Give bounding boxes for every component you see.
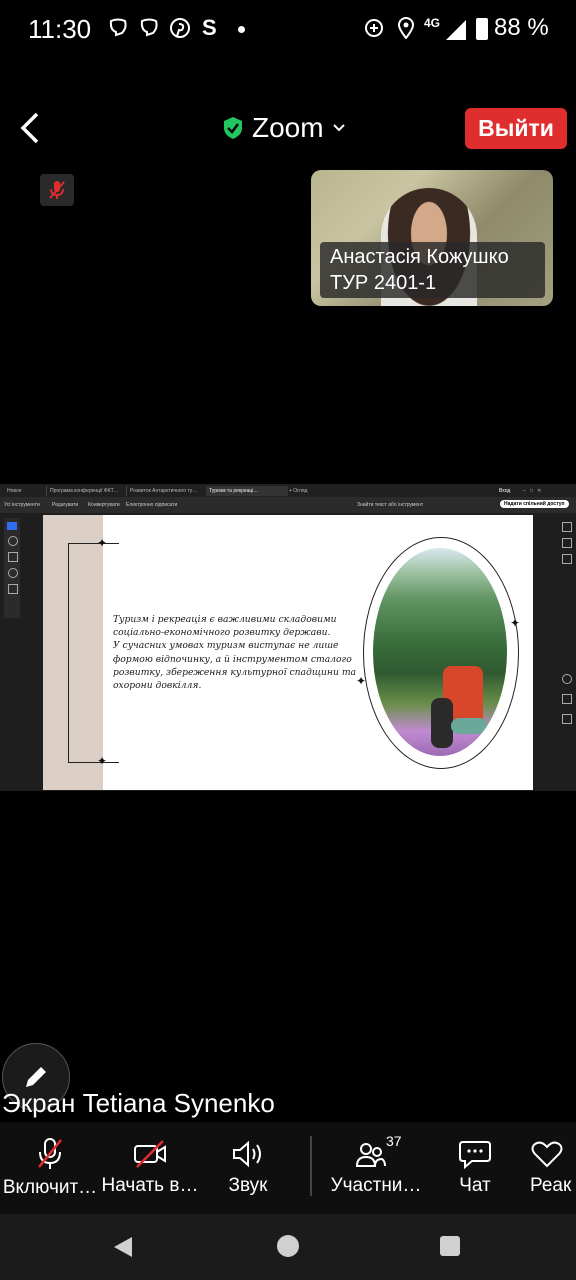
pdf-share-button: Надати спільний доступ <box>500 500 569 508</box>
data-saver-icon <box>362 16 386 40</box>
unmute-button[interactable]: Включит… <box>0 1122 100 1214</box>
pdf-tool: Електронно підписати <box>126 502 178 508</box>
toolbar-divider <box>310 1136 312 1196</box>
browser-tab-active: Туризм та рекреаці… <box>206 486 288 496</box>
reactions-label: Реак <box>530 1175 572 1196</box>
meeting-title-dropdown[interactable]: Zoom <box>222 108 346 148</box>
browser-tab: Новое <box>7 488 22 494</box>
sparkle-icon: ✦ <box>97 536 108 550</box>
sparkle-icon: ✦ <box>356 674 367 688</box>
screen-owner-label: Экран Tetiana Synenko <box>2 1088 275 1118</box>
signal-icon <box>446 20 466 45</box>
self-muted-indicator <box>40 174 74 206</box>
slide-frame-bracket <box>68 543 119 763</box>
shield-check-icon <box>224 117 242 139</box>
meeting-toolbar: Включит… Начать в… Звук 37 Участни… Чат … <box>0 1122 576 1214</box>
participant-name: Анастасія Кожушко <box>330 246 509 268</box>
browser-tab: Програма конференції ФКТ… <box>46 486 129 496</box>
slide-text-line: Туризм і рекреація є важливими складовим… <box>113 614 337 625</box>
slide-text-line: формою відпочинку, а й інструментом стал… <box>113 653 352 665</box>
start-video-button[interactable]: Начать в… <box>100 1122 200 1214</box>
participants-button[interactable]: 37 Участни… <box>326 1122 426 1214</box>
leave-button[interactable]: Выйти <box>465 108 567 149</box>
mic-muted-icon <box>49 181 65 199</box>
chat-label: Чат <box>459 1175 491 1196</box>
participant-name-label: Анастасія Кожушко ТУР 2401-1 <box>320 242 545 298</box>
reaction-icon <box>531 1141 563 1168</box>
shared-screen[interactable]: Новое Програма конференції ФКТ… Розвиток… <box>0 484 576 791</box>
pdf-tool: Усі інструменти <box>4 502 40 508</box>
pinterest-icon <box>168 16 192 40</box>
pdf-toolbar: Усі інструменти Редагувати Конвертувати … <box>0 497 576 513</box>
system-nav-bar <box>0 1214 576 1280</box>
participants-count: 37 <box>386 1133 402 1149</box>
browser-tab: Розвиток Антарктичного ту… <box>126 486 209 496</box>
slide-text-line: У сучасних умовах туризм виступає не лиш… <box>113 640 339 652</box>
clock: 11:30 <box>28 14 92 44</box>
start-video-label: Начать в… <box>101 1175 199 1196</box>
participants-label: Участни… <box>330 1175 422 1196</box>
back-button[interactable] <box>10 104 50 152</box>
video-off-icon <box>134 1140 166 1168</box>
dot-icon <box>238 26 245 33</box>
nav-home-button[interactable] <box>277 1235 299 1257</box>
speaker-icon <box>233 1140 261 1168</box>
pdf-tool: Редагувати <box>52 502 79 508</box>
s-icon: S <box>202 15 217 40</box>
slide-text-line: охорони довкілля. <box>113 680 202 692</box>
reactions-button[interactable]: Реак <box>530 1122 576 1214</box>
sparkle-icon: ✦ <box>510 616 521 630</box>
pdf-search: Знайти текст або інструмент <box>357 502 424 508</box>
chevron-left-icon <box>20 112 39 144</box>
meeting-title: Zoom <box>252 112 324 143</box>
slide-text-line: соціально-економічного розвитку держави. <box>113 627 331 639</box>
participants-icon <box>355 1143 386 1167</box>
mic-muted-icon <box>38 1138 62 1169</box>
unmute-label: Включит… <box>2 1177 98 1198</box>
sparkle-icon: ✦ <box>97 754 108 768</box>
presentation-slide: ✦ ✦ Туризм і рекреація є важливими склад… <box>43 515 533 790</box>
audio-label: Звук <box>228 1175 268 1196</box>
browser-tab-strip: Новое Програма конференції ФКТ… Розвиток… <box>0 484 576 497</box>
nav-recents-button[interactable] <box>440 1236 460 1256</box>
location-icon <box>394 16 418 40</box>
browser-user: Вход <box>499 488 511 494</box>
battery-icon <box>476 18 488 40</box>
chat-button[interactable]: Чат <box>440 1122 510 1214</box>
hiking-photo <box>373 548 507 756</box>
audio-button[interactable]: Звук <box>200 1122 296 1214</box>
network-type: 4G <box>424 16 441 30</box>
chevron-down-icon <box>332 124 345 132</box>
viber-icon <box>106 16 130 40</box>
slide-body-text: Туризм і рекреація є важливими складовим… <box>113 613 363 692</box>
pdf-tool: Конвертувати <box>88 502 120 508</box>
status-bar: 11:30 S 4G 88 % <box>0 0 576 64</box>
triangle-back-icon <box>114 1237 132 1257</box>
new-tab-button: + Огляд <box>289 488 308 494</box>
pdf-left-tools <box>4 518 20 618</box>
chat-icon <box>459 1141 491 1169</box>
window-controls: – □ ✕ <box>523 488 542 494</box>
viber-icon <box>137 16 161 40</box>
pdf-right-tools <box>560 518 574 778</box>
slide-text-line: розвитку, збереження культурної спадщини… <box>113 666 357 678</box>
battery-percent: 88 % <box>494 14 549 41</box>
participant-group: ТУР 2401-1 <box>330 272 437 294</box>
nav-back-button[interactable] <box>110 1234 136 1265</box>
